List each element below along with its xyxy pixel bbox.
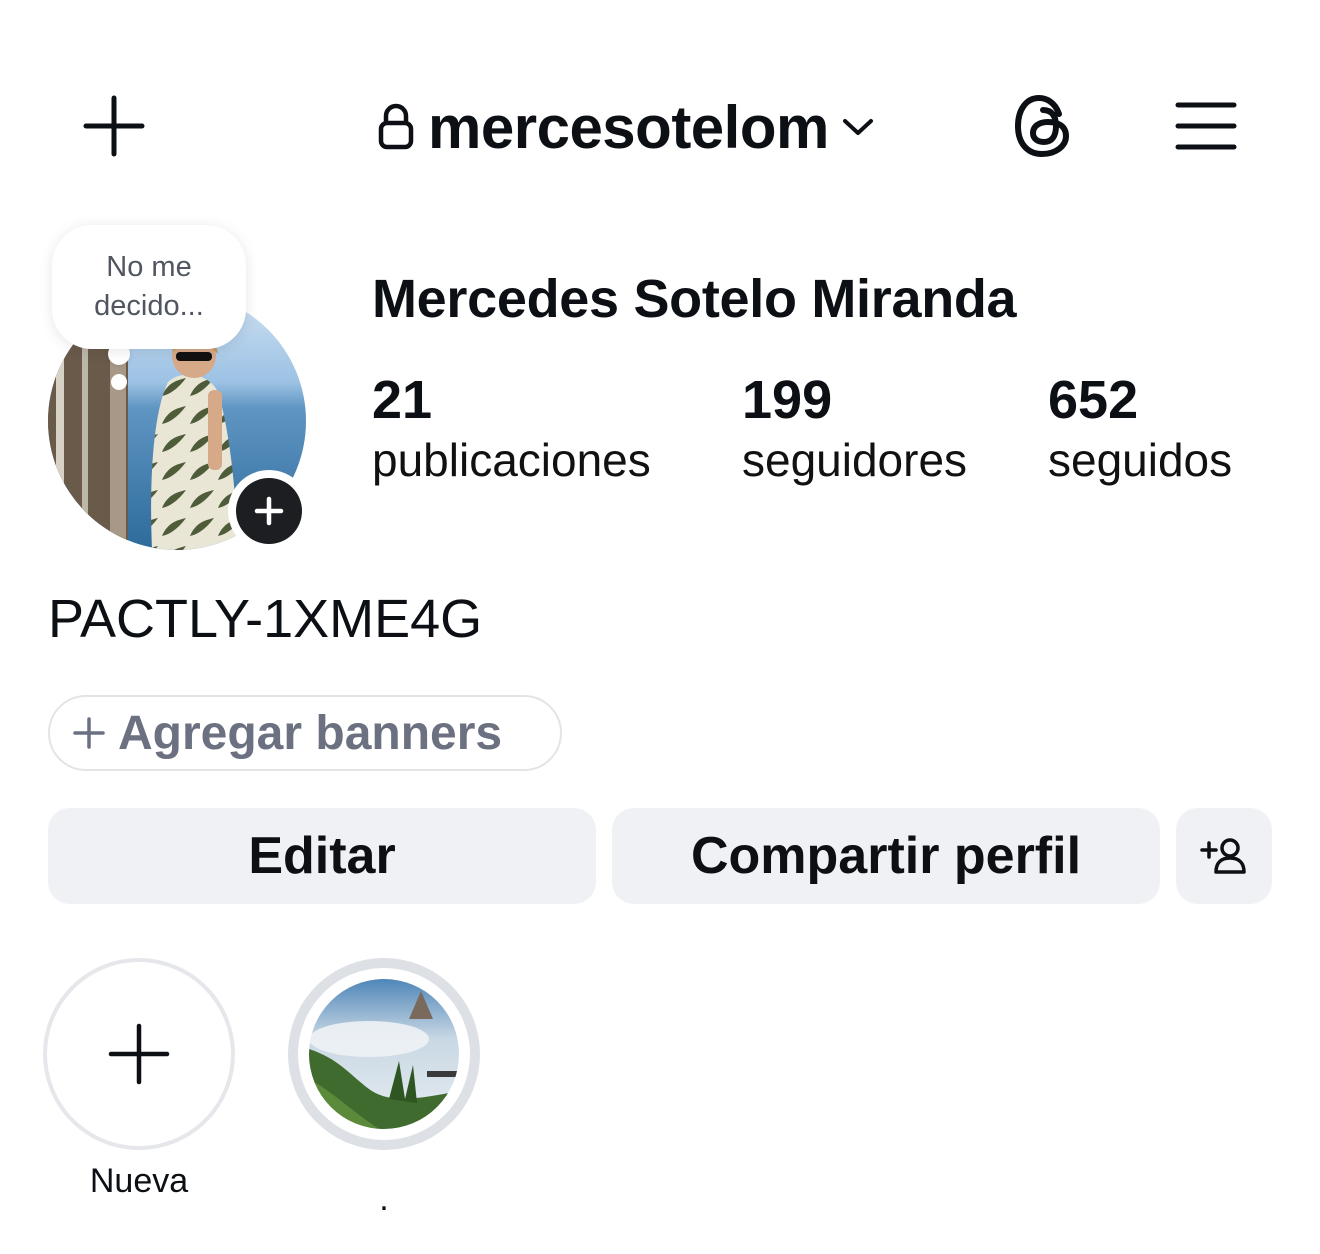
new-highlight-label: Nueva	[89, 1162, 189, 1200]
plus-icon	[108, 1023, 170, 1085]
full-name: Mercedes Sotelo Miranda	[372, 269, 1017, 329]
discover-people-button[interactable]	[1176, 808, 1272, 904]
note-text: No me decido...	[94, 250, 204, 322]
followers-count: 199	[742, 370, 833, 430]
plus-icon	[83, 95, 145, 157]
add-story-button[interactable]	[228, 470, 310, 552]
profile-note[interactable]: No me decido...	[52, 225, 246, 349]
note-bubble-tail-dot	[111, 374, 127, 390]
followers-stat[interactable]: 199 seguidores	[742, 368, 967, 488]
plus-icon	[254, 496, 284, 526]
highlight-label: .	[379, 1180, 389, 1218]
followers-label: seguidores	[742, 434, 968, 486]
threads-button[interactable]	[1008, 90, 1080, 162]
new-post-button[interactable]	[78, 90, 150, 162]
hamburger-menu-icon	[1175, 102, 1237, 150]
posts-stat[interactable]: 21 publicaciones	[372, 368, 651, 488]
share-profile-button[interactable]: Compartir perfil	[612, 808, 1160, 904]
following-stat[interactable]: 652 seguidos	[1048, 368, 1232, 488]
plus-icon	[73, 717, 105, 749]
username: mercesotelom	[428, 93, 829, 161]
threads-icon	[1014, 94, 1070, 158]
highlight-cover-photo	[309, 979, 459, 1129]
edit-profile-button[interactable]: Editar	[48, 808, 596, 904]
add-person-icon	[1200, 838, 1246, 874]
new-highlight-button[interactable]	[43, 958, 235, 1150]
lock-icon	[378, 103, 414, 150]
posts-count: 21	[372, 370, 433, 430]
chevron-down-icon	[842, 119, 873, 135]
following-count: 652	[1048, 370, 1139, 430]
bio-text: PACTLY-1XME4G	[48, 589, 483, 649]
add-banners-label: Agregar banners	[118, 706, 503, 760]
menu-button[interactable]	[1170, 90, 1242, 162]
posts-label: publicaciones	[372, 434, 651, 486]
add-banners-button[interactable]: Agregar banners	[48, 695, 562, 771]
following-label: seguidos	[1048, 434, 1233, 486]
account-switcher[interactable]: mercesotelom	[376, 92, 875, 162]
highlight-item[interactable]	[288, 958, 480, 1150]
